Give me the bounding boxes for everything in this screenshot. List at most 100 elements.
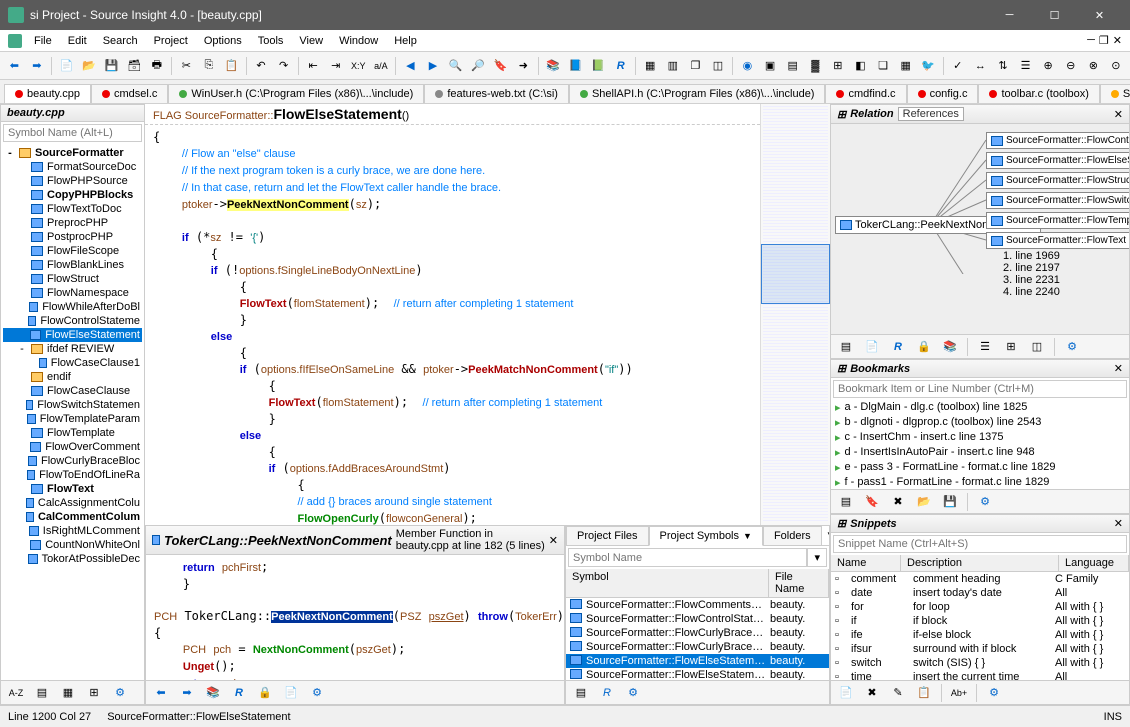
symbol-item[interactable]: TokorAtPossibleDec — [3, 552, 142, 566]
mdi-minimize-icon[interactable]: ─ — [1087, 34, 1095, 47]
symbol-tree[interactable]: -SourceFormatterFormatSourceDocFlowPHPSo… — [1, 144, 144, 680]
indent-right-button[interactable]: ⇥ — [325, 55, 346, 77]
relation-node[interactable]: SourceFormatter::FlowTemplate — [986, 212, 1129, 229]
menu-project[interactable]: Project — [146, 33, 196, 49]
tab-project-files[interactable]: Project Files — [566, 526, 649, 545]
symbol-item[interactable]: FlowBlankLines — [3, 258, 142, 272]
bm-b4[interactable]: 📂 — [913, 491, 935, 513]
view1-button[interactable]: ▤ — [31, 682, 53, 704]
project-symbol-row[interactable]: SourceFormatter::FlowCurlyBraceBlockbeau… — [566, 626, 829, 640]
mdi-close-icon[interactable]: ✕ — [1113, 34, 1122, 47]
symbol-item[interactable]: FlowCurlyBraceBloc — [3, 454, 142, 468]
project-symbol-row[interactable]: SourceFormatter::FlowElseStatementbeauty… — [566, 654, 829, 668]
bookmarks-close-icon[interactable]: ✕ — [1114, 362, 1123, 375]
search-button[interactable]: 🔍 — [445, 55, 466, 77]
snippet-input[interactable] — [833, 535, 1127, 553]
relation-line-ref[interactable]: 3. line 2231 — [1003, 274, 1060, 286]
rel-b3[interactable]: 📚 — [939, 336, 961, 358]
symbol-item[interactable]: -SourceFormatter — [3, 146, 142, 160]
snippet-row[interactable]: ▫ifeif-else blockAll with { } — [831, 628, 1129, 642]
forward-button[interactable]: ➡ — [27, 55, 48, 77]
t14-button[interactable]: ⊖ — [1060, 55, 1081, 77]
t6-button[interactable]: ◧ — [850, 55, 871, 77]
symbol-item[interactable]: FlowTemplateParam — [3, 412, 142, 426]
doc-tab[interactable]: ShellAPI.h (C:\Program Files (x86)\...\i… — [569, 84, 826, 103]
menu-window[interactable]: Window — [331, 33, 386, 49]
ctx-gear-icon[interactable]: ⚙ — [306, 682, 328, 704]
project-symbol-list[interactable]: SourceFormatter::FlowCommentsAndNewLineb… — [566, 598, 829, 680]
tab-folders[interactable]: Folders — [763, 526, 822, 545]
cascade-button[interactable]: ❐ — [685, 55, 706, 77]
maximize-button[interactable]: ☐ — [1032, 0, 1077, 30]
t12-button[interactable]: ☰ — [1015, 55, 1036, 77]
project-symbol-row[interactable]: SourceFormatter::FlowCurlyBraceBlockbeau… — [566, 640, 829, 654]
menu-tools[interactable]: Tools — [250, 33, 292, 49]
view3-button[interactable]: ⊞ — [83, 682, 105, 704]
project-symbol-row[interactable]: SourceFormatter::FlowCommentsAndNewLineb… — [566, 598, 829, 612]
saveall-button[interactable]: 🗃 — [124, 55, 145, 77]
project-symbol-input[interactable] — [568, 548, 807, 567]
menu-edit[interactable]: Edit — [60, 33, 95, 49]
case-button[interactable]: a/A — [371, 55, 392, 77]
doc-tab[interactable]: cmdsel.c — [91, 84, 168, 103]
redo-button[interactable]: ↷ — [273, 55, 294, 77]
t8-button[interactable]: ▦ — [895, 55, 916, 77]
symbol-item[interactable]: FlowStruct — [3, 272, 142, 286]
symbol-item[interactable]: CopyPHPBlocks — [3, 188, 142, 202]
new-button[interactable]: 📄 — [56, 55, 77, 77]
ps-b1[interactable]: ▤ — [570, 682, 592, 704]
rel-b1[interactable]: ▤ — [835, 336, 857, 358]
snip-col-lang[interactable]: Language — [1059, 555, 1129, 571]
col-symbol[interactable]: Symbol — [566, 569, 769, 597]
undo-button[interactable]: ↶ — [251, 55, 272, 77]
bookmark-item[interactable]: ▸f - pass1 - FormatLine - format.c line … — [831, 475, 1129, 489]
t7-button[interactable]: ❏ — [873, 55, 894, 77]
bookmark-button[interactable]: 🔖 — [490, 55, 511, 77]
snippets-close-icon[interactable]: ✕ — [1114, 517, 1123, 530]
sn-b4[interactable]: 📋 — [913, 682, 935, 704]
symbol-item[interactable]: FlowWhileAfterDoBl — [3, 300, 142, 314]
rel-b2[interactable]: 📄 — [861, 336, 883, 358]
relation-r-button[interactable]: R — [610, 55, 631, 77]
rel-lock[interactable]: 🔒 — [913, 336, 935, 358]
ctx-back-button[interactable]: ⬅ — [150, 682, 172, 704]
t3-button[interactable]: ▤ — [782, 55, 803, 77]
rel-b6[interactable]: ◫ — [1026, 336, 1048, 358]
relation-line-ref[interactable]: 4. line 2240 — [1003, 286, 1060, 298]
t13-button[interactable]: ⊕ — [1038, 55, 1059, 77]
goto-button[interactable]: ➜ — [513, 55, 534, 77]
bookmark-item[interactable]: ▸e - pass 3 - FormatLine - format.c line… — [831, 460, 1129, 475]
sort-az-button[interactable]: A-Z — [5, 682, 27, 704]
sn-edit[interactable]: ✎ — [887, 682, 909, 704]
bookmark-input[interactable] — [833, 380, 1127, 398]
menu-view[interactable]: View — [291, 33, 331, 49]
t15-button[interactable]: ⊗ — [1083, 55, 1104, 77]
print-button[interactable]: 🖶 — [146, 55, 167, 77]
ctx-r-button[interactable]: R — [228, 682, 250, 704]
symbol-item[interactable]: FlowTemplate — [3, 426, 142, 440]
context-close-icon[interactable]: ✕ — [549, 534, 558, 547]
symbol-item[interactable]: PreprocPHP — [3, 216, 142, 230]
relation-close-icon[interactable]: ✕ — [1114, 108, 1123, 121]
t2-button[interactable]: ▣ — [760, 55, 781, 77]
relation-node[interactable]: SourceFormatter::FlowControlStatemen — [986, 132, 1129, 149]
view2-button[interactable]: ▦ — [57, 682, 79, 704]
bm-gear-icon[interactable]: ⚙ — [974, 491, 996, 513]
snippet-row[interactable]: ▫dateinsert today's dateAll — [831, 586, 1129, 600]
snippet-row[interactable]: ▫ifsursurround with if blockAll with { } — [831, 642, 1129, 656]
ps-gear-icon[interactable]: ⚙ — [622, 682, 644, 704]
symbol-item[interactable]: FlowElseStatement — [3, 328, 142, 342]
doc-tab[interactable]: toolbar.c (toolbox) — [978, 84, 1099, 103]
menu-file[interactable]: File — [26, 33, 60, 49]
bm-b2[interactable]: 🔖 — [861, 491, 883, 513]
app-menu-icon[interactable] — [8, 34, 22, 48]
code-editor[interactable]: { // Flow an "else" clause // If the nex… — [145, 125, 760, 525]
snip-col-name[interactable]: Name — [831, 555, 901, 571]
book2-button[interactable]: 📗 — [588, 55, 609, 77]
symbol-item[interactable]: FlowTextToDoc — [3, 202, 142, 216]
project-symbol-row[interactable]: SourceFormatter::FlowElseStatementbeauty… — [566, 668, 829, 680]
symbol-item[interactable]: endif — [3, 370, 142, 384]
relation-node[interactable]: SourceFormatter::FlowStruct — [986, 172, 1129, 189]
t10-button[interactable]: ↔ — [970, 55, 991, 77]
doc-tab[interactable]: WinUser.h (C:\Program Files (x86)\...\in… — [168, 84, 424, 103]
